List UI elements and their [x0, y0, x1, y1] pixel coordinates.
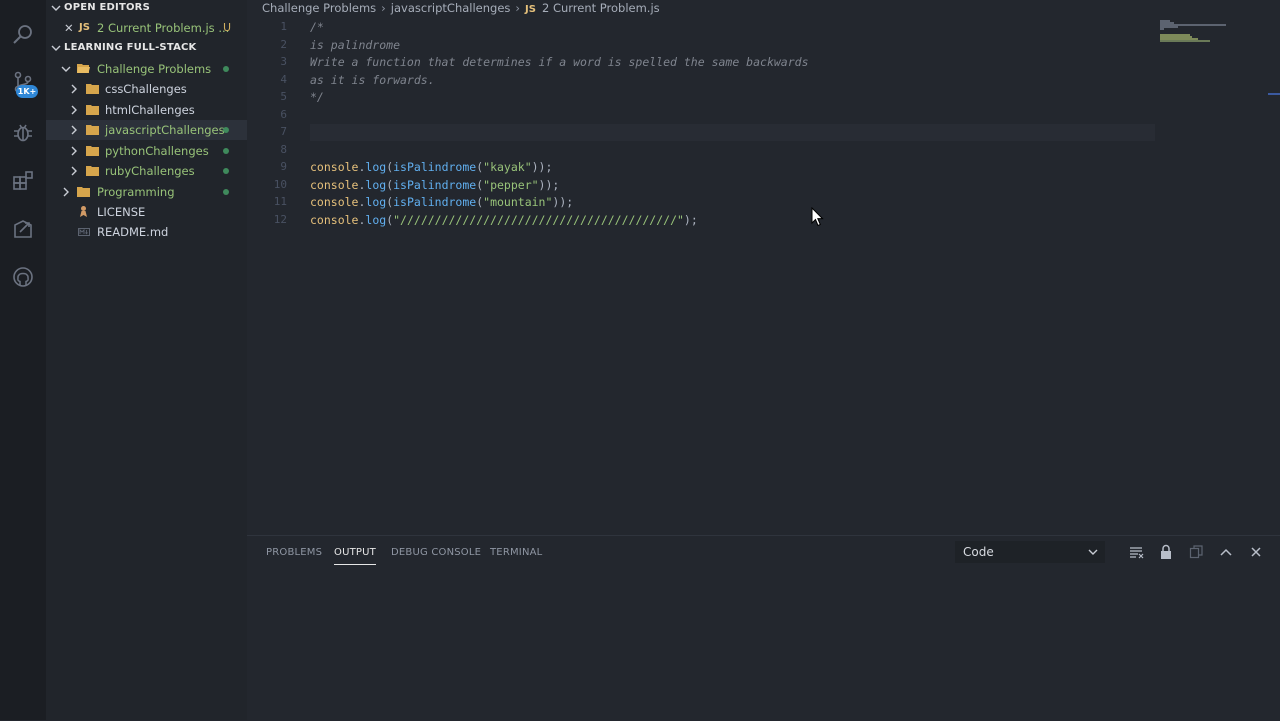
tree-item-programming[interactable]: Programming — [46, 182, 247, 202]
modified-dot — [223, 127, 229, 133]
folder-open-icon — [77, 64, 90, 73]
bottom-panel: PROBLEMS OUTPUT DEBUG CONSOLE TERMINAL C… — [247, 535, 1280, 721]
chevron-right-icon — [63, 187, 69, 197]
chevron-right-icon — [71, 105, 77, 115]
line-number: 7 — [280, 125, 287, 138]
open-log-icon[interactable] — [1188, 543, 1204, 561]
line-number: 6 — [280, 107, 287, 121]
open-editor-label: 2 Current Problem.js ... — [97, 21, 230, 35]
chevron-down-icon — [1088, 549, 1098, 555]
chevron-down-icon — [51, 5, 61, 11]
close-panel-icon[interactable] — [1248, 543, 1264, 561]
folder-icon — [86, 146, 99, 156]
folder-icon — [86, 125, 99, 135]
breadcrumb-file[interactable]: 2 Current Problem.js — [542, 0, 660, 16]
line-number: 11 — [273, 195, 287, 208]
source-control-badge: 1K+ — [16, 85, 38, 98]
chevron-right-icon — [71, 166, 77, 176]
chevron-right-icon — [71, 125, 77, 135]
modified-dot — [223, 168, 229, 174]
tree-item-license[interactable]: LICENSE — [46, 202, 247, 222]
breadcrumb-item[interactable]: Challenge Problems — [262, 0, 376, 16]
tab-output[interactable]: OUTPUT — [334, 545, 376, 565]
open-editors-header[interactable]: OPEN EDITORS — [46, 0, 247, 18]
folder-icon — [86, 166, 99, 176]
tree-item-javascript-challenges[interactable]: javascriptChallenges — [46, 120, 247, 140]
chevron-right-icon — [71, 84, 77, 94]
tab-debug-console[interactable]: DEBUG CONSOLE — [391, 545, 481, 561]
close-icon[interactable]: ✕ — [64, 18, 74, 38]
js-file-icon: JS — [79, 22, 90, 33]
tab-terminal[interactable]: TERMINAL — [490, 545, 542, 561]
markdown-icon — [78, 228, 90, 236]
tree-item-ruby-challenges[interactable]: rubyChallenges — [46, 161, 247, 181]
code-editor[interactable]: 1 /* 2 is palindrome 3 Write a function … — [247, 18, 1267, 518]
output-channel-select[interactable]: Code — [955, 541, 1105, 563]
code-line: console.log(isPalindrome("kayak")); — [310, 160, 553, 174]
line-number: 8 — [280, 142, 287, 156]
js-file-icon: JS — [525, 4, 536, 15]
tree-item-python-challenges[interactable]: pythonChallenges — [46, 141, 247, 161]
workspace-header[interactable]: LEARNING FULL-STACK — [46, 38, 247, 58]
line-number: 3 — [280, 55, 287, 68]
folder-icon — [86, 84, 99, 94]
scrollbar-marker — [1268, 93, 1280, 95]
code-line: console.log(isPalindrome("mountain")); — [310, 195, 574, 209]
clear-output-icon[interactable] — [1128, 543, 1144, 561]
line-number: 1 — [280, 20, 287, 33]
modified-dot — [223, 66, 229, 72]
code-line: */ — [310, 90, 324, 104]
line-number: 9 — [280, 160, 287, 173]
code-line: Write a function that determines if a wo… — [310, 55, 809, 69]
open-editor-item[interactable]: ✕ JS 2 Current Problem.js ... U — [46, 18, 247, 38]
debug-icon[interactable] — [11, 120, 35, 144]
line-number: 4 — [280, 72, 287, 86]
chevron-down-icon — [51, 45, 61, 51]
chevron-down-icon — [61, 66, 71, 72]
explorer-sidebar: OPEN EDITORS ✕ JS 2 Current Problem.js .… — [46, 0, 247, 720]
tree-item-html-challenges[interactable]: htmlChallenges — [46, 100, 247, 120]
chevron-right-icon — [71, 146, 77, 156]
maximize-panel-icon[interactable] — [1218, 543, 1234, 561]
line-number: 12 — [273, 212, 287, 226]
tab-problems[interactable]: PROBLEMS — [266, 545, 322, 561]
mouse-cursor-icon — [811, 207, 824, 227]
breadcrumb-item[interactable]: javascriptChallenges — [391, 0, 511, 16]
github-icon[interactable] — [11, 265, 35, 289]
tree-item-readme[interactable]: README.md — [46, 222, 247, 242]
extensions-icon[interactable] — [11, 169, 35, 193]
folder-icon — [77, 187, 90, 197]
current-line-highlight — [310, 124, 1155, 141]
activity-bar: 1K+ — [0, 0, 46, 720]
minimap[interactable] — [1158, 18, 1268, 48]
modified-dot — [223, 148, 229, 154]
lock-scroll-icon[interactable] — [1158, 543, 1174, 561]
code-line: console.log(isPalindrome("pepper")); — [310, 177, 560, 192]
untracked-status: U — [223, 21, 232, 34]
line-number: 2 — [280, 37, 287, 51]
search-icon[interactable] — [11, 22, 35, 46]
chevron-right-icon: › — [381, 1, 386, 15]
license-icon — [80, 206, 87, 217]
code-line: is palindrome — [310, 37, 401, 52]
tree-item-challenge-problems[interactable]: Challenge Problems — [46, 59, 247, 79]
chevron-right-icon: › — [515, 1, 521, 15]
remote-explorer-icon[interactable] — [11, 217, 35, 241]
code-line: /* — [310, 20, 324, 34]
code-line: as it is forwards. — [310, 72, 435, 87]
line-number: 10 — [273, 177, 287, 191]
breadcrumb: Challenge Problems › javascriptChallenges ›… — [262, 0, 660, 16]
folder-icon — [86, 105, 99, 115]
modified-dot — [223, 189, 229, 195]
code-line: console.log("///////////////////////////… — [310, 212, 698, 227]
tree-item-css-challenges[interactable]: cssChallenges — [46, 79, 247, 99]
line-number: 5 — [280, 90, 287, 103]
